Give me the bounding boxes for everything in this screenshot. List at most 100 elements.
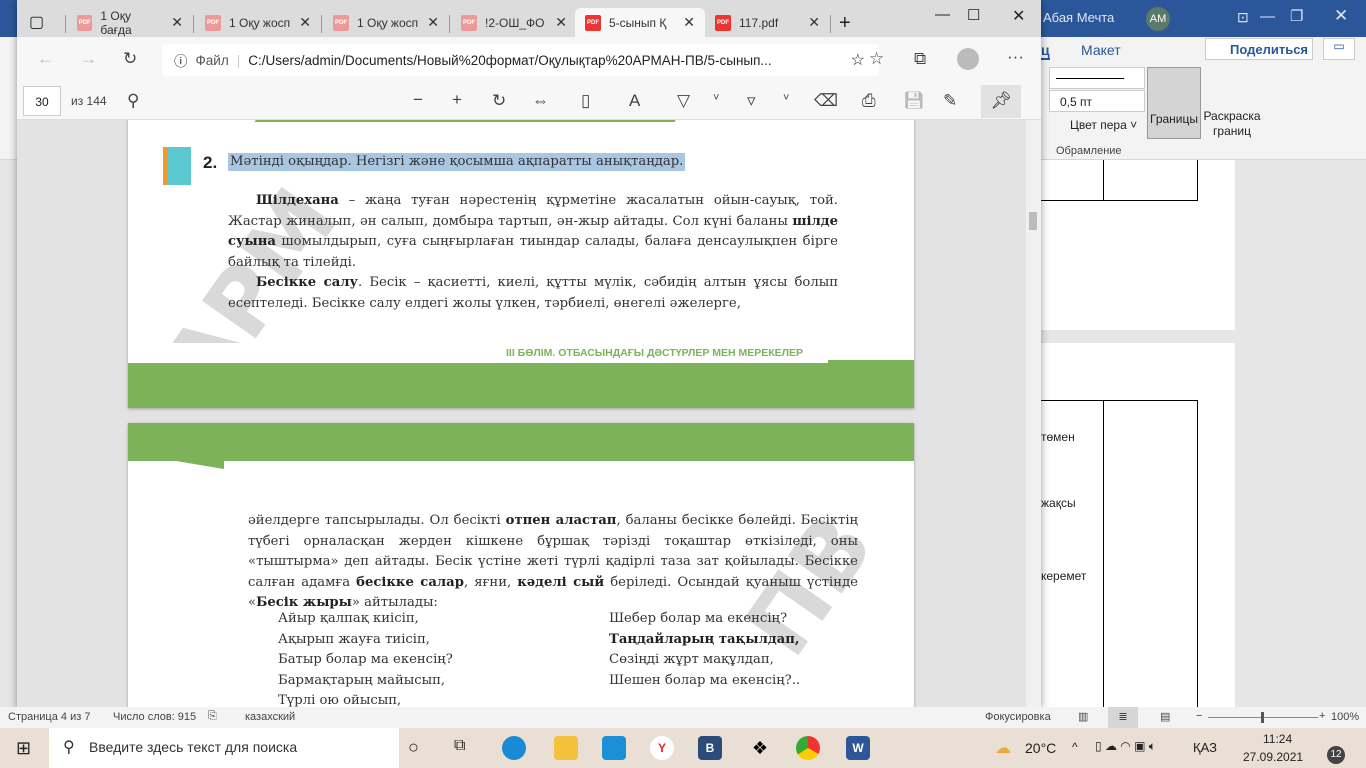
draw-icon[interactable]: ▽ — [677, 92, 690, 109]
info-icon[interactable]: ⓘ — [174, 50, 188, 70]
web-layout-icon[interactable]: ▤ — [1160, 710, 1170, 723]
close-button[interactable]: ✕ — [1012, 6, 1025, 26]
line-weight-dropdown[interactable]: 0,5 пт — [1049, 90, 1145, 112]
focus-mode[interactable]: Фокусировка — [985, 711, 1051, 723]
pdf-icon: PDF — [333, 14, 349, 31]
close-tab-icon[interactable]: ✕ — [299, 14, 311, 31]
fit-width-icon[interactable]: ⇔ — [532, 92, 549, 109]
borders-button[interactable]: Границы — [1147, 67, 1201, 139]
chevron-down-icon[interactable]: ˅ — [783, 93, 789, 104]
more-icon[interactable]: ··· — [1007, 48, 1024, 65]
share-button[interactable]: Поделиться — [1205, 38, 1313, 60]
forward-icon[interactable]: → — [80, 50, 97, 67]
maximize-button[interactable]: ☐ — [967, 6, 980, 24]
page-count[interactable]: Страница 4 из 7 — [8, 711, 90, 723]
edge-app-icon[interactable] — [502, 736, 526, 760]
new-tab-button[interactable]: + — [839, 12, 851, 35]
zoom-out-icon[interactable]: − — [413, 91, 423, 108]
restore-button[interactable]: ❐ — [1290, 7, 1303, 25]
print-icon[interactable]: ⎙ — [862, 92, 876, 109]
close-tab-icon[interactable]: ✕ — [171, 14, 183, 31]
windows-start-icon[interactable]: ⊞ — [16, 738, 31, 759]
clock-date[interactable]: 27.09.2021 — [1243, 750, 1303, 764]
print-layout-icon[interactable]: ≣ — [1108, 707, 1138, 728]
profile-icon[interactable] — [957, 48, 979, 70]
comments-button[interactable]: ▭ — [1323, 38, 1355, 60]
line-style-dropdown[interactable] — [1049, 67, 1145, 89]
highlight-icon[interactable]: ▿ — [747, 92, 756, 109]
tab-layout[interactable]: Макет — [1081, 42, 1121, 58]
address-input[interactable]: ⓘ Файл | C:/Users/admin/Documents/Новый%… — [162, 44, 879, 76]
zoom-in-button[interactable]: + — [1319, 710, 1325, 722]
proofing-icon[interactable]: ⎘ — [208, 710, 217, 723]
read-aloud-icon[interactable]: A — [629, 92, 640, 109]
cortana-icon[interactable]: ○ — [408, 737, 419, 758]
tray-chevron-icon[interactable]: ^ — [1072, 740, 1078, 754]
vk-app-icon[interactable]: B — [698, 736, 722, 760]
poem-line: Батыр болар ма екенсің? — [278, 652, 453, 667]
word-count[interactable]: Число слов: 915 — [113, 711, 196, 723]
add-favorite-icon[interactable]: ☆ — [851, 50, 865, 70]
word-app-icon[interactable]: W — [846, 736, 870, 760]
eraser-icon[interactable]: ⌫ — [814, 92, 838, 109]
avatar[interactable]: АМ — [1146, 7, 1170, 31]
ribbon-display-icon[interactable]: ⊡ — [1237, 9, 1249, 26]
bold-term: Бесікке салу — [256, 275, 358, 290]
input-language[interactable]: ҚАЗ — [1193, 740, 1217, 755]
word-page: төмен жақсы керемет — [1041, 343, 1235, 710]
tab-label: 1 Оқу жосп — [229, 15, 291, 30]
save-icon[interactable]: 💾︎ — [903, 92, 925, 109]
pin-toolbar-icon[interactable]: 📌︎ — [981, 85, 1021, 118]
zoom-slider-thumb[interactable] — [1261, 712, 1264, 723]
scroll-thumb[interactable] — [1029, 212, 1037, 230]
tab[interactable]: PDF 1 Оқу жосп ✕ — [195, 8, 321, 37]
refresh-icon[interactable]: ↻ — [123, 50, 137, 67]
zoom-out-button[interactable]: − — [1196, 710, 1202, 722]
zoom-in-icon[interactable]: + — [452, 91, 462, 108]
tab[interactable]: PDF 1 Оқу бағда ✕ — [67, 8, 193, 37]
tab[interactable]: PDF 1 Оқу жосп ✕ — [323, 8, 449, 37]
close-button[interactable]: ✕ — [1334, 6, 1348, 26]
taskbar-search[interactable]: ⚲ Введите здесь текст для поиска — [49, 728, 399, 768]
search-icon[interactable]: ⚲ — [127, 92, 139, 109]
favorites-icon[interactable]: ☆ — [869, 50, 884, 67]
tab-actions-icon[interactable]: ▢ — [29, 12, 44, 32]
minimize-button[interactable]: — — [935, 6, 950, 23]
file-explorer-icon[interactable] — [554, 736, 578, 760]
border-painter-button[interactable]: Раскраска границ — [1202, 109, 1262, 139]
weather-icon[interactable]: ☁ — [995, 738, 1011, 758]
chrome-icon[interactable] — [796, 736, 820, 760]
page-view-icon[interactable]: ▯ — [581, 92, 590, 109]
notification-badge[interactable]: 12 — [1327, 746, 1345, 764]
poem-line: Бармақтарың майысып, — [278, 672, 446, 688]
paragraph: әйелдерге тапсырылады. Ол бесікті отпен … — [248, 511, 858, 614]
zoom-level[interactable]: 100% — [1331, 711, 1359, 723]
tab[interactable]: PDF !2-ОШ_ФО ✕ — [451, 8, 577, 37]
tab-active[interactable]: PDF 5-сынып Қ ✕ — [575, 8, 705, 37]
page-number-input[interactable]: 30 — [23, 86, 61, 116]
mail-icon[interactable] — [602, 736, 626, 760]
close-tab-icon[interactable]: ✕ — [808, 14, 820, 31]
chevron-down-icon[interactable]: ˅ — [713, 93, 719, 104]
rotate-icon[interactable]: ↻ — [492, 92, 506, 109]
yandex-icon[interactable]: Y — [650, 736, 674, 760]
task-view-icon[interactable]: ⧉ — [454, 737, 465, 755]
tab[interactable]: PDF 117.pdf ✕ — [705, 8, 830, 37]
temperature[interactable]: 20°C — [1025, 740, 1056, 756]
clock-time[interactable]: 11:24 — [1263, 732, 1292, 746]
read-mode-icon[interactable]: ▥ — [1078, 710, 1088, 723]
minimize-button[interactable]: — — [1260, 8, 1275, 25]
collections-icon[interactable]: ⧉ — [914, 50, 926, 67]
close-tab-icon[interactable]: ✕ — [683, 14, 695, 31]
tray-icons[interactable]: ▯ ☁ ◠ ▣ 🔈︎ — [1095, 739, 1156, 754]
paragraph: Бесікке салу. Бесік – қасиетті, киелі, қ… — [228, 273, 838, 314]
back-icon[interactable]: ← — [37, 50, 54, 67]
close-tab-icon[interactable]: ✕ — [555, 14, 567, 31]
dropbox-icon[interactable]: ❖ — [748, 736, 772, 760]
scrollbar[interactable] — [1026, 120, 1041, 710]
pen-color-button[interactable]: Цвет пера ˅ — [1052, 118, 1137, 132]
close-tab-icon[interactable]: ✕ — [427, 14, 439, 31]
language[interactable]: казахский — [245, 711, 295, 723]
tab-table-design[interactable]: ц — [1041, 42, 1050, 60]
save-as-icon[interactable]: ✎ — [943, 92, 957, 109]
